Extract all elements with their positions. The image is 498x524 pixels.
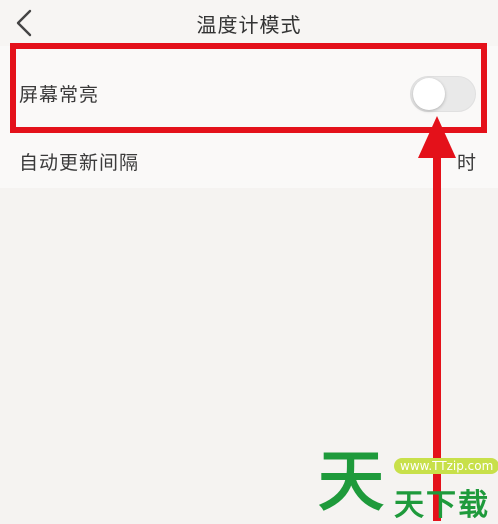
top-bar: 温度计模式 [0,0,498,46]
watermark-text: 天下载 [394,488,490,523]
watermark-url-badge: www.TTzip.com [394,458,498,474]
highlight-box [10,43,487,133]
watermark-logo-char: 天 [318,443,384,520]
page-title: 温度计模式 [196,13,302,37]
setting-row-auto-update[interactable]: 自动更新间隔 时 [0,140,498,188]
setting-value-auto-update: 时 [456,152,476,174]
setting-label-auto-update: 自动更新间隔 [19,152,140,174]
watermark: 天 www.TTzip.com 天下载 [318,442,498,523]
